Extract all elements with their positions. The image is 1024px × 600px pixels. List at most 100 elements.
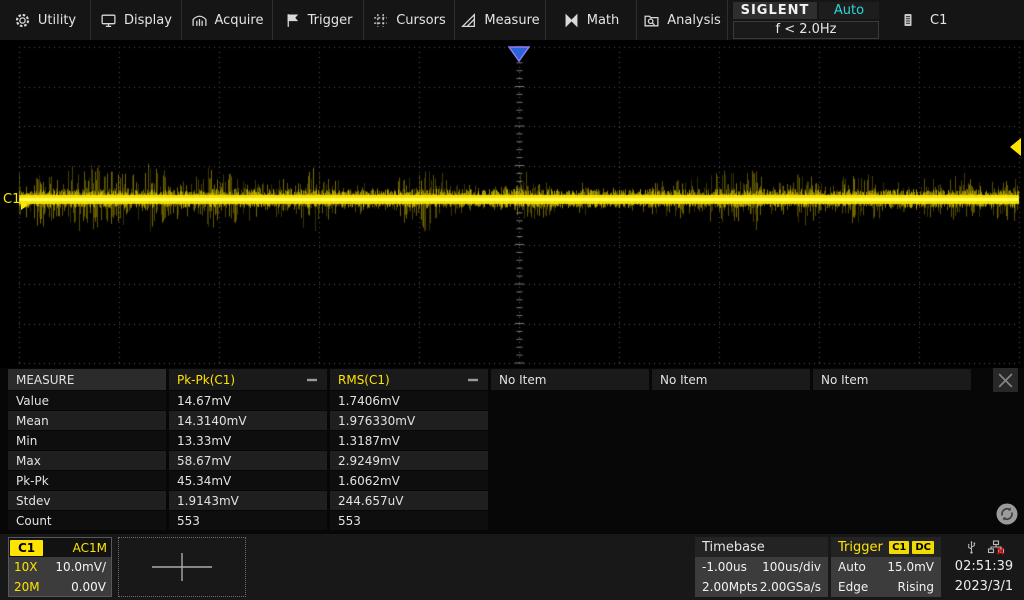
acquire-icon [191, 12, 208, 29]
channel-position-marker[interactable]: C1 [3, 193, 28, 210]
menu-trigger[interactable]: Trigger [273, 0, 364, 40]
rms-pkpk: 1.6062mV [330, 471, 488, 490]
menu-label: Display [124, 13, 172, 28]
rms-value: 1.7406mV [330, 391, 488, 410]
trigger-type: Edge [838, 580, 868, 594]
menu-display[interactable]: Display [91, 0, 182, 40]
close-measure-button[interactable] [993, 368, 1018, 392]
system-date: 2023/3/1 [948, 577, 1020, 597]
measure-column-pkpk[interactable]: Pk-Pk(C1) [169, 369, 327, 390]
gear-icon [14, 12, 31, 29]
trigger-mode: Auto [838, 560, 866, 574]
rms-count: 553 [330, 511, 488, 530]
pkpk-max: 58.67mV [169, 451, 327, 470]
menu-utility[interactable]: Utility [0, 0, 91, 40]
monitor-icon [100, 12, 117, 29]
usb-icon [964, 539, 979, 556]
row-label: Pk-Pk [8, 471, 166, 490]
rms-max: 2.9249mV [330, 451, 488, 470]
table-row: Value 14.67mV 1.7406mV [8, 391, 971, 410]
menu-cursors[interactable]: Cursors [364, 0, 455, 40]
waveform-display: C1 [0, 40, 1024, 368]
timebase-delay: -1.00us [702, 560, 747, 574]
menu-measure[interactable]: Measure [455, 0, 546, 40]
trigger-source-badge: C1 [889, 541, 909, 554]
memory-depth: 2.00Mpts [702, 580, 758, 594]
timebase-title: Timebase [695, 537, 828, 557]
acquisition-status-badge[interactable]: Auto [819, 2, 879, 19]
channel-1-panel[interactable]: C1 AC1M 10X 10.0mV/ 20M 0.00V [8, 537, 112, 597]
pkpk-count: 553 [169, 511, 327, 530]
trigger-panel[interactable]: Trigger C1 DC Auto 15.0mV Edge Rising [831, 537, 941, 597]
channel-marker-label: C1 [3, 193, 20, 207]
measure-column-empty[interactable]: No Item [491, 369, 649, 390]
menu-label: Utility [38, 13, 76, 28]
volts-per-div: 10.0mV/ [55, 560, 106, 574]
channel-marker-arrow-icon [21, 200, 28, 210]
pkpk-min: 13.33mV [169, 431, 327, 450]
rms-stdev: 244.657uV [330, 491, 488, 510]
plus-icon [150, 551, 214, 583]
reset-statistics-button[interactable] [995, 502, 1019, 530]
trigger-level-marker[interactable] [1008, 137, 1022, 161]
remove-measurement-icon[interactable] [305, 373, 319, 387]
brand-logo: SIGLENT [733, 2, 817, 19]
analysis-folder-icon [643, 12, 660, 29]
oscilloscope-screen: Utility Display Acquire Trigger Cursors [0, 0, 1024, 600]
ruler-triangle-icon [460, 12, 477, 29]
remove-measurement-icon[interactable] [466, 373, 480, 387]
row-label: Stdev [8, 491, 166, 510]
table-row: Max 58.67mV 2.9249mV [8, 451, 971, 470]
system-status-cluster: 02:51:39 2023/3/1 [948, 537, 1020, 597]
coupling-label: AC1M [73, 541, 107, 555]
table-row: Pk-Pk 45.34mV 1.6062mV [8, 471, 971, 490]
time-per-div: 100us/div [762, 560, 821, 574]
table-row: Mean 14.3140mV 1.976330mV [8, 411, 971, 430]
menu-analysis[interactable]: Analysis [637, 0, 728, 40]
bottom-status-bar: C1 AC1M 10X 10.0mV/ 20M 0.00V Timebase -… [0, 534, 1024, 600]
clipboard-icon [900, 11, 916, 29]
trigger-coupling-badge: DC [912, 541, 934, 554]
menu-math[interactable]: Math [546, 0, 637, 40]
table-row: Stdev 1.9143mV 244.657uV [8, 491, 971, 510]
channel-offset: 0.00V [71, 580, 106, 594]
menu-label: Measure [484, 13, 539, 28]
timebase-panel[interactable]: Timebase -1.00us 100us/div 2.00Mpts 2.00… [695, 537, 828, 597]
trigger-title: Trigger [838, 540, 883, 555]
menu-acquire[interactable]: Acquire [182, 0, 273, 40]
network-disconnected-icon [987, 539, 1005, 556]
top-menu-bar: Utility Display Acquire Trigger Cursors [0, 0, 1024, 40]
measure-column-empty[interactable]: No Item [813, 369, 971, 390]
active-channel-cluster[interactable]: C1 [900, 0, 947, 40]
measure-panel: MEASURE Pk-Pk(C1) RMS(C1) No Item No Ite… [0, 368, 1024, 534]
menu-label: Cursors [396, 13, 446, 28]
trigger-slope: Rising [898, 580, 934, 594]
status-block: SIGLENT Auto f < 2.0Hz [732, 0, 880, 41]
table-row: Count 553 553 [8, 511, 971, 530]
measure-table: MEASURE Pk-Pk(C1) RMS(C1) No Item No Ite… [8, 369, 971, 530]
bandwidth-limit: 20M [14, 580, 40, 594]
measure-table-header: MEASURE Pk-Pk(C1) RMS(C1) No Item No Ite… [8, 369, 971, 390]
menu-label: Trigger [308, 13, 353, 28]
rms-min: 1.3187mV [330, 431, 488, 450]
probe-attenuation: 10X [14, 560, 38, 574]
row-label: Value [8, 391, 166, 410]
add-channel-button[interactable] [118, 537, 246, 597]
waveform-canvas[interactable] [0, 40, 1024, 368]
menu-label: Math [587, 13, 620, 28]
trigger-frequency-readout: f < 2.0Hz [733, 21, 879, 39]
measure-column-name: Pk-Pk(C1) [177, 373, 235, 387]
pkpk-mean: 14.3140mV [169, 411, 327, 430]
measure-column-empty[interactable]: No Item [652, 369, 810, 390]
menu-label: Acquire [215, 13, 264, 28]
flag-icon [284, 12, 301, 29]
measure-column-rms[interactable]: RMS(C1) [330, 369, 488, 390]
pkpk-value: 14.67mV [169, 391, 327, 410]
refresh-icon [995, 502, 1019, 526]
measure-column-name: RMS(C1) [338, 373, 390, 387]
measure-title: MEASURE [8, 369, 166, 390]
cursors-icon [372, 12, 389, 29]
trigger-position-marker[interactable] [508, 46, 530, 66]
table-row: Min 13.33mV 1.3187mV [8, 431, 971, 450]
system-time: 02:51:39 [948, 557, 1020, 577]
